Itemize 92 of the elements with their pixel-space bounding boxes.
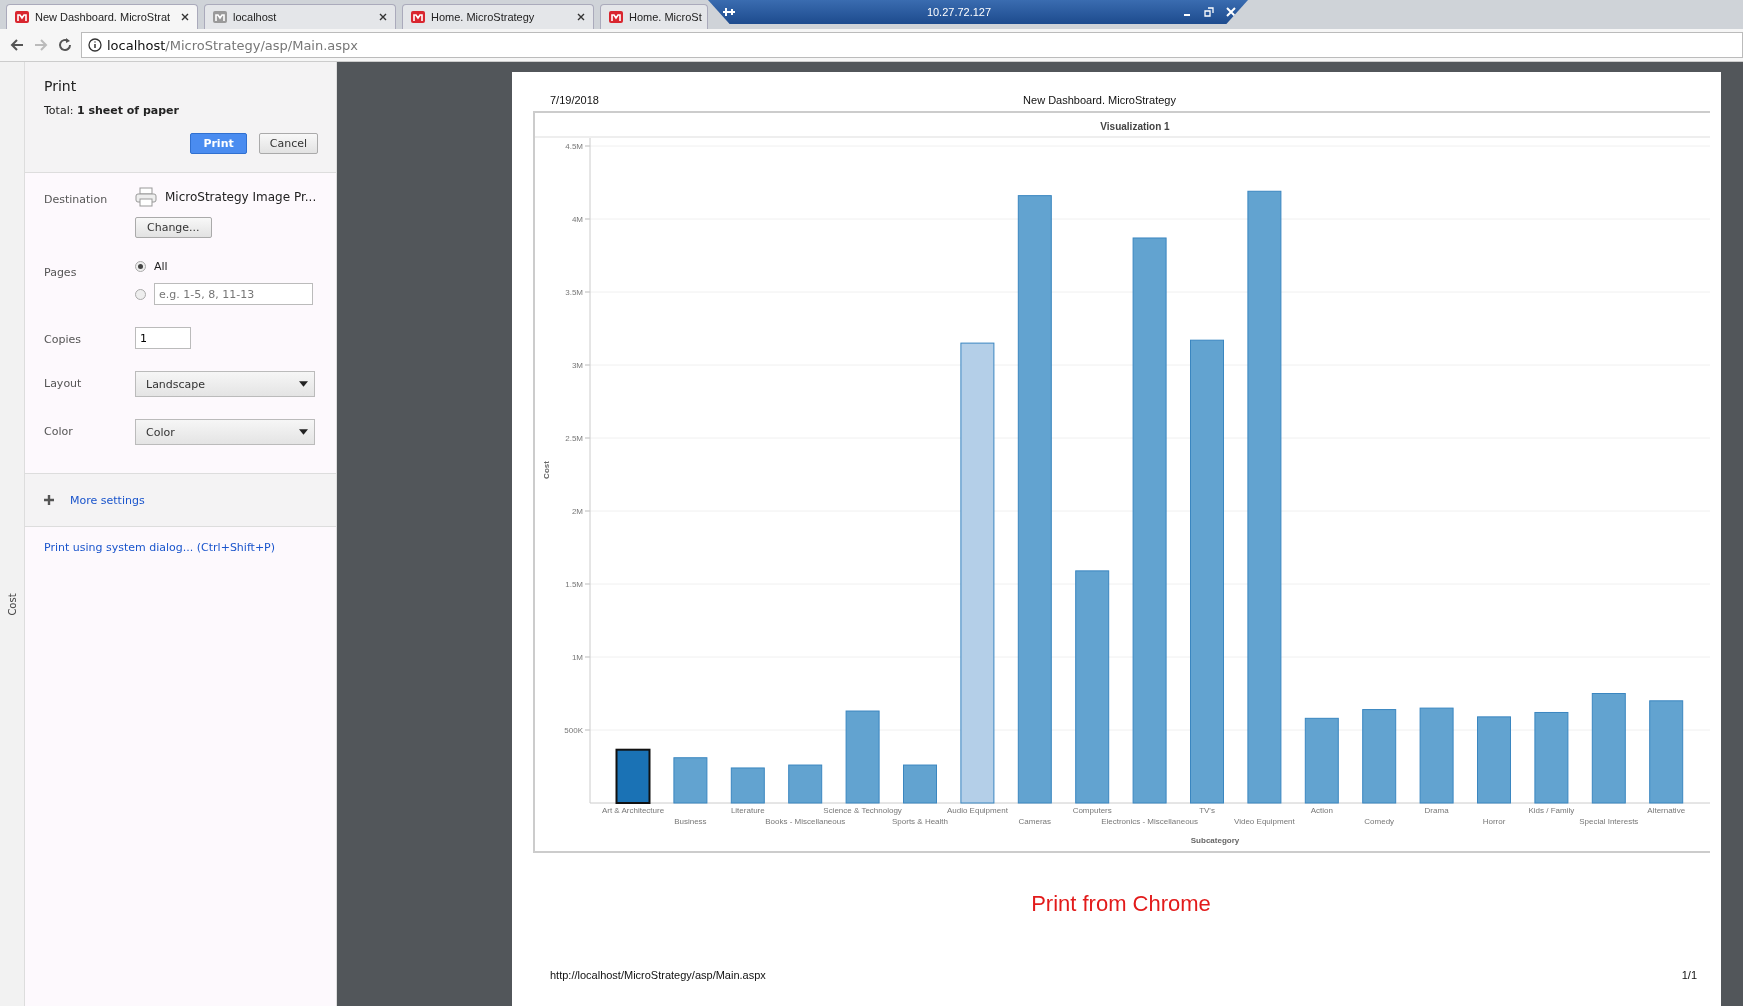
browser-tab[interactable]: New Dashboard. MicroStrat [6,4,198,29]
x-tick-label: Audio Equipment [946,806,1008,815]
y-tick-label: 2.5M [565,434,583,443]
x-tick-label: Action [1310,806,1333,815]
x-tick-label: Drama [1424,806,1449,815]
print-note: Print from Chrome [1030,891,1212,917]
y-tick-label: 4.5M [565,142,583,151]
bar[interactable] [1017,195,1052,804]
x-tick-label: Alternative [1647,806,1686,815]
x-tick-label: Art & Architecture [601,806,665,815]
browser-tab[interactable]: localhost [204,4,396,29]
info-icon[interactable] [88,38,102,52]
bar[interactable] [788,764,823,804]
system-dialog-link[interactable]: Print using system dialog... (Ctrl+Shift+P) [44,541,276,554]
pin-icon[interactable] [722,7,736,17]
bar[interactable] [730,767,765,804]
printer-icon [135,187,157,207]
bar[interactable] [1362,709,1397,804]
x-tick-label: Video Equipment [1234,817,1295,826]
option-label: All [154,260,168,273]
page-m-icon [213,11,227,23]
close-icon[interactable] [577,13,585,21]
brand-m-icon [15,11,29,23]
y-tick-label: 2M [571,507,583,516]
x-tick-label: Special Interests [1579,817,1639,826]
brand-m-icon [411,11,425,23]
x-axis-title: Subcategory [1190,836,1240,845]
page-footer-url: http://localhost/MicroStrategy/asp/Main.aspx [550,969,766,981]
chart-title: Visualization 1 [1100,121,1170,132]
x-tick-label: Literature [730,806,765,815]
restore-icon[interactable] [1204,7,1214,17]
x-tick-label: TV's [1199,806,1215,815]
bar[interactable] [1649,700,1684,804]
axis-label: Cost [6,592,18,616]
reload-icon[interactable] [57,37,73,53]
copies-field[interactable]: 1 [135,327,191,349]
field-label: Pages [44,265,78,281]
remote-host-title: 10.27.72.127 [925,6,993,18]
bar[interactable] [1304,717,1339,804]
page-number: 1/1 [1681,969,1697,981]
x-tick-label: Business [674,817,707,826]
close-icon[interactable] [181,13,189,21]
x-tick-label: Cameras [1018,817,1052,826]
bar[interactable] [1075,570,1110,804]
field-label: Layout [44,376,83,392]
y-tick-label: 3M [571,361,583,370]
y-tick-label: 1.5M [565,580,583,589]
field-label: Copies [44,332,82,348]
tab-title: Home. MicroStrategy [431,11,536,23]
dialog-title: Print [44,78,78,94]
field-label: Color [44,424,74,440]
more-settings-link[interactable]: More settings [70,493,145,507]
bar[interactable] [1591,693,1626,804]
x-tick-label: Comedy [1364,817,1395,826]
address-field[interactable]: localhost/MicroStrategy/asp/Main.aspx [81,32,1743,58]
cancel-button[interactable]: Cancel [258,133,318,154]
x-tick-label: Books - Miscellaneous [765,817,846,826]
browser-tab[interactable]: Home. MicroSt [600,4,708,29]
page-header-title: New Dashboard. MicroStrategy [1023,94,1177,106]
color-dropdown[interactable]: Color [135,419,315,445]
y-tick-label: 3.5M [565,288,583,297]
page-range-field[interactable]: e.g. 1-5, 8, 11-13 [154,283,313,305]
bar[interactable] [615,748,651,804]
destination-name: MicroStrategy Image Pr... [165,190,317,204]
forward-arrow-icon[interactable] [33,37,49,53]
y-tick-label: 500K [564,726,583,735]
tab-title: New Dashboard. MicroStrat [35,11,172,23]
plus-icon[interactable] [44,495,54,505]
tab-title: Home. MicroSt [629,11,702,23]
radio-button[interactable] [135,261,146,272]
x-tick-label: Computers [1072,806,1112,815]
x-tick-label: Horror [1482,817,1506,826]
x-tick-label: Kids / Family [1528,806,1575,815]
sheet-total: Total: 1 sheet of paper [44,104,180,117]
x-tick-label: Science & Technology [823,806,902,815]
tab-title: localhost [233,11,278,23]
y-axis-title: Cost [542,461,551,479]
browser-tab[interactable]: Home. MicroStrategy [402,4,594,29]
caret-icon [299,429,308,435]
close-icon[interactable] [379,13,387,21]
back-arrow-icon[interactable] [9,37,25,53]
x-tick-label: Electronics - Miscellaneous [1101,817,1199,826]
y-tick-label: 4M [571,215,583,224]
field-label: Destination [44,192,109,208]
radio-button[interactable] [135,288,146,300]
x-tick-label: Sports & Health [892,817,948,826]
caret-icon [299,381,308,387]
layout-dropdown[interactable]: Landscape [135,371,315,397]
page-date: 7/19/2018 [550,94,599,106]
brand-m-icon [609,11,623,23]
change-button[interactable]: Change... [135,217,212,238]
y-tick-label: 1M [571,653,583,662]
